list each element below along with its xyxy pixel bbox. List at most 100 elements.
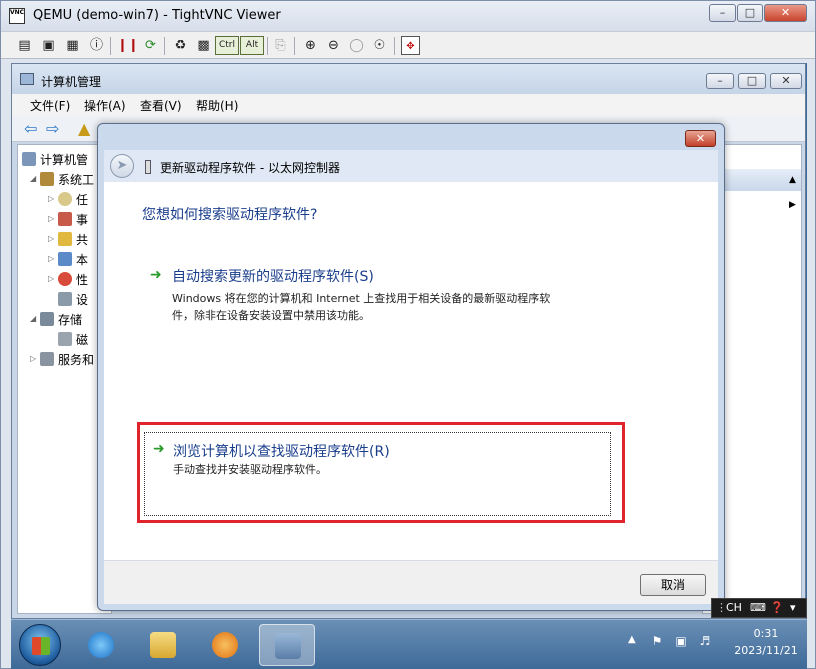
volume-icon[interactable]: ♬ bbox=[697, 633, 713, 649]
pause-icon[interactable]: ❙❙ bbox=[117, 36, 139, 55]
keyboard-icon[interactable]: ⌨ bbox=[750, 601, 766, 614]
maximize-button[interactable]: □ bbox=[737, 4, 763, 22]
zoom-in-icon[interactable]: ⊕ bbox=[301, 36, 320, 55]
close-button[interactable]: ✕ bbox=[764, 4, 807, 22]
menu-action[interactable]: 操作(A) bbox=[84, 97, 126, 114]
taskbar-ie[interactable] bbox=[73, 624, 129, 666]
windows-logo-icon bbox=[32, 637, 50, 655]
options-arrow-icon[interactable]: ▾ bbox=[790, 601, 796, 614]
expand-triangle-icon[interactable]: ◢ bbox=[30, 314, 36, 323]
vnc-toolbar: ▤ ▣ ▦ ⓘ ❙❙ ⟳ ♻ ▩ Ctrl Alt ⎘ ⊕ ⊖ ◯ ☉ ✥ bbox=[1, 31, 815, 59]
collapse-triangle-icon[interactable]: ▷ bbox=[48, 274, 54, 283]
ctrl-alt-del-icon[interactable]: ♻ bbox=[171, 36, 190, 55]
tree-storage[interactable]: 存储 bbox=[40, 311, 82, 328]
forward-arrow-icon[interactable]: ⇨ bbox=[46, 119, 59, 138]
options-icon[interactable]: ▦ bbox=[63, 36, 82, 55]
tree-disk-management[interactable]: 磁 bbox=[58, 331, 88, 348]
clock-time: 0:31 bbox=[753, 627, 779, 640]
cancel-button[interactable]: 取消 bbox=[640, 574, 706, 596]
tree-services[interactable]: 服务和 bbox=[40, 351, 94, 368]
new-connection-icon[interactable]: ▤ bbox=[15, 36, 34, 55]
fullscreen-icon[interactable]: ✥ bbox=[401, 36, 420, 55]
tree-root[interactable]: 计算机管 bbox=[22, 151, 88, 168]
computer-icon bbox=[22, 152, 36, 166]
zoom-fit-icon[interactable]: ☉ bbox=[370, 36, 389, 55]
auto-search-title: 自动搜索更新的驱动程序软件(S) bbox=[172, 269, 374, 285]
ctrl-key-button[interactable]: Ctrl bbox=[215, 36, 239, 55]
menu-help[interactable]: 帮助(H) bbox=[196, 97, 238, 114]
collapse-up-icon[interactable]: ▲ bbox=[789, 175, 796, 185]
cm-window-title: 计算机管理 bbox=[41, 75, 102, 89]
cm-maximize-button[interactable]: □ bbox=[738, 73, 766, 89]
menu-file[interactable]: 文件(F) bbox=[30, 97, 70, 114]
cm-minimize-button[interactable]: – bbox=[706, 73, 734, 89]
update-driver-dialog: ✕ ➤ 更新驱动程序软件 - 以太网控制器 您想如何搜索驱动程序软件? ➜ 自动… bbox=[97, 123, 725, 611]
network-device-icon bbox=[145, 160, 151, 174]
tools-icon bbox=[40, 172, 54, 186]
clock-date: 2023/11/21 bbox=[734, 644, 798, 657]
tree-performance[interactable]: 性 bbox=[58, 271, 88, 288]
vnc-window-title: QEMU (demo-win7) - TightVNC Viewer bbox=[33, 8, 281, 23]
toolbar-divider bbox=[294, 37, 295, 55]
clock[interactable]: 0:31 2023/11/21 bbox=[731, 625, 801, 659]
browse-computer-title: 浏览计算机以查找驱动程序软件(R) bbox=[173, 444, 390, 460]
tree-shared-folders[interactable]: 共 bbox=[58, 231, 88, 248]
dialog-header-title: 更新驱动程序软件 - 以太网控制器 bbox=[160, 161, 340, 175]
more-actions-icon[interactable]: ▶ bbox=[789, 200, 796, 210]
device-manager-icon bbox=[58, 292, 72, 306]
taskbar: ▲ ⚑ ▣ ♬ 0:31 2023/11/21 bbox=[11, 619, 807, 669]
cm-close-button[interactable]: ✕ bbox=[770, 73, 802, 89]
toolbar-divider bbox=[110, 37, 111, 55]
zoom-out-icon[interactable]: ⊖ bbox=[324, 36, 343, 55]
help-icon[interactable]: ❓ bbox=[770, 601, 784, 614]
auto-search-option[interactable]: ➜ 自动搜索更新的驱动程序软件(S) Windows 将在您的计算机和 Inte… bbox=[150, 266, 610, 324]
cm-title-bar[interactable]: 计算机管理 – □ ✕ bbox=[12, 64, 805, 94]
taskbar-explorer[interactable] bbox=[135, 624, 191, 666]
expand-triangle-icon[interactable]: ◢ bbox=[30, 174, 36, 183]
collapse-triangle-icon[interactable]: ▷ bbox=[48, 194, 54, 203]
vnc-app-icon: VNC bbox=[9, 8, 25, 24]
clock-icon bbox=[58, 192, 72, 206]
toolbar-divider bbox=[394, 37, 395, 55]
menu-view[interactable]: 查看(V) bbox=[140, 97, 182, 114]
action-center-icon[interactable]: ⚑ bbox=[649, 633, 665, 649]
vnc-title-bar[interactable]: VNC QEMU (demo-win7) - TightVNC Viewer –… bbox=[1, 1, 815, 31]
collapse-triangle-icon[interactable]: ▷ bbox=[48, 214, 54, 223]
tree-task-scheduler[interactable]: 任 bbox=[58, 191, 88, 208]
storage-icon bbox=[40, 312, 54, 326]
zoom-100-icon[interactable]: ◯ bbox=[347, 36, 366, 55]
disk-icon bbox=[58, 332, 72, 346]
collapse-triangle-icon[interactable]: ▷ bbox=[30, 354, 36, 363]
start-button[interactable] bbox=[19, 624, 61, 666]
save-icon[interactable]: ▣ bbox=[39, 36, 58, 55]
dialog-close-button[interactable]: ✕ bbox=[685, 130, 716, 147]
folder-icon bbox=[150, 632, 176, 658]
clipboard-icon[interactable]: ⎘ bbox=[271, 36, 290, 55]
win-key-icon[interactable]: ▩ bbox=[194, 36, 213, 55]
collapse-triangle-icon[interactable]: ▷ bbox=[48, 234, 54, 243]
tree-system-tools[interactable]: 系统工 bbox=[40, 171, 94, 188]
info-icon[interactable]: ⓘ bbox=[87, 36, 106, 55]
performance-icon bbox=[58, 272, 72, 286]
collapse-triangle-icon[interactable]: ▷ bbox=[48, 254, 54, 263]
alt-key-button[interactable]: Alt bbox=[240, 36, 264, 55]
services-icon bbox=[40, 352, 54, 366]
minimize-button[interactable]: – bbox=[709, 4, 736, 22]
tree-local-users[interactable]: 本 bbox=[58, 251, 88, 268]
language-indicator[interactable]: CH bbox=[726, 601, 742, 614]
back-arrow-icon[interactable]: ⇦ bbox=[24, 119, 37, 138]
refresh-icon[interactable]: ⟳ bbox=[141, 36, 160, 55]
dialog-body: 您想如何搜索驱动程序软件? ➜ 自动搜索更新的驱动程序软件(S) Windows… bbox=[104, 182, 718, 560]
language-bar: ⋮ CH ⌨ ❓ ▾ bbox=[711, 598, 807, 618]
up-folder-icon[interactable]: ▲ bbox=[78, 119, 90, 138]
dialog-question: 您想如何搜索驱动程序软件? bbox=[142, 207, 318, 223]
tree-event-viewer[interactable]: 事 bbox=[58, 211, 88, 228]
taskbar-computer-management[interactable] bbox=[259, 624, 315, 666]
users-icon bbox=[58, 252, 72, 266]
event-viewer-icon bbox=[58, 212, 72, 226]
taskbar-media-player[interactable] bbox=[197, 624, 253, 666]
tree-device-manager[interactable]: 设 bbox=[58, 291, 88, 308]
back-button[interactable]: ➤ bbox=[110, 154, 134, 178]
show-hidden-icons[interactable]: ▲ bbox=[628, 634, 636, 645]
network-icon[interactable]: ▣ bbox=[673, 633, 689, 649]
